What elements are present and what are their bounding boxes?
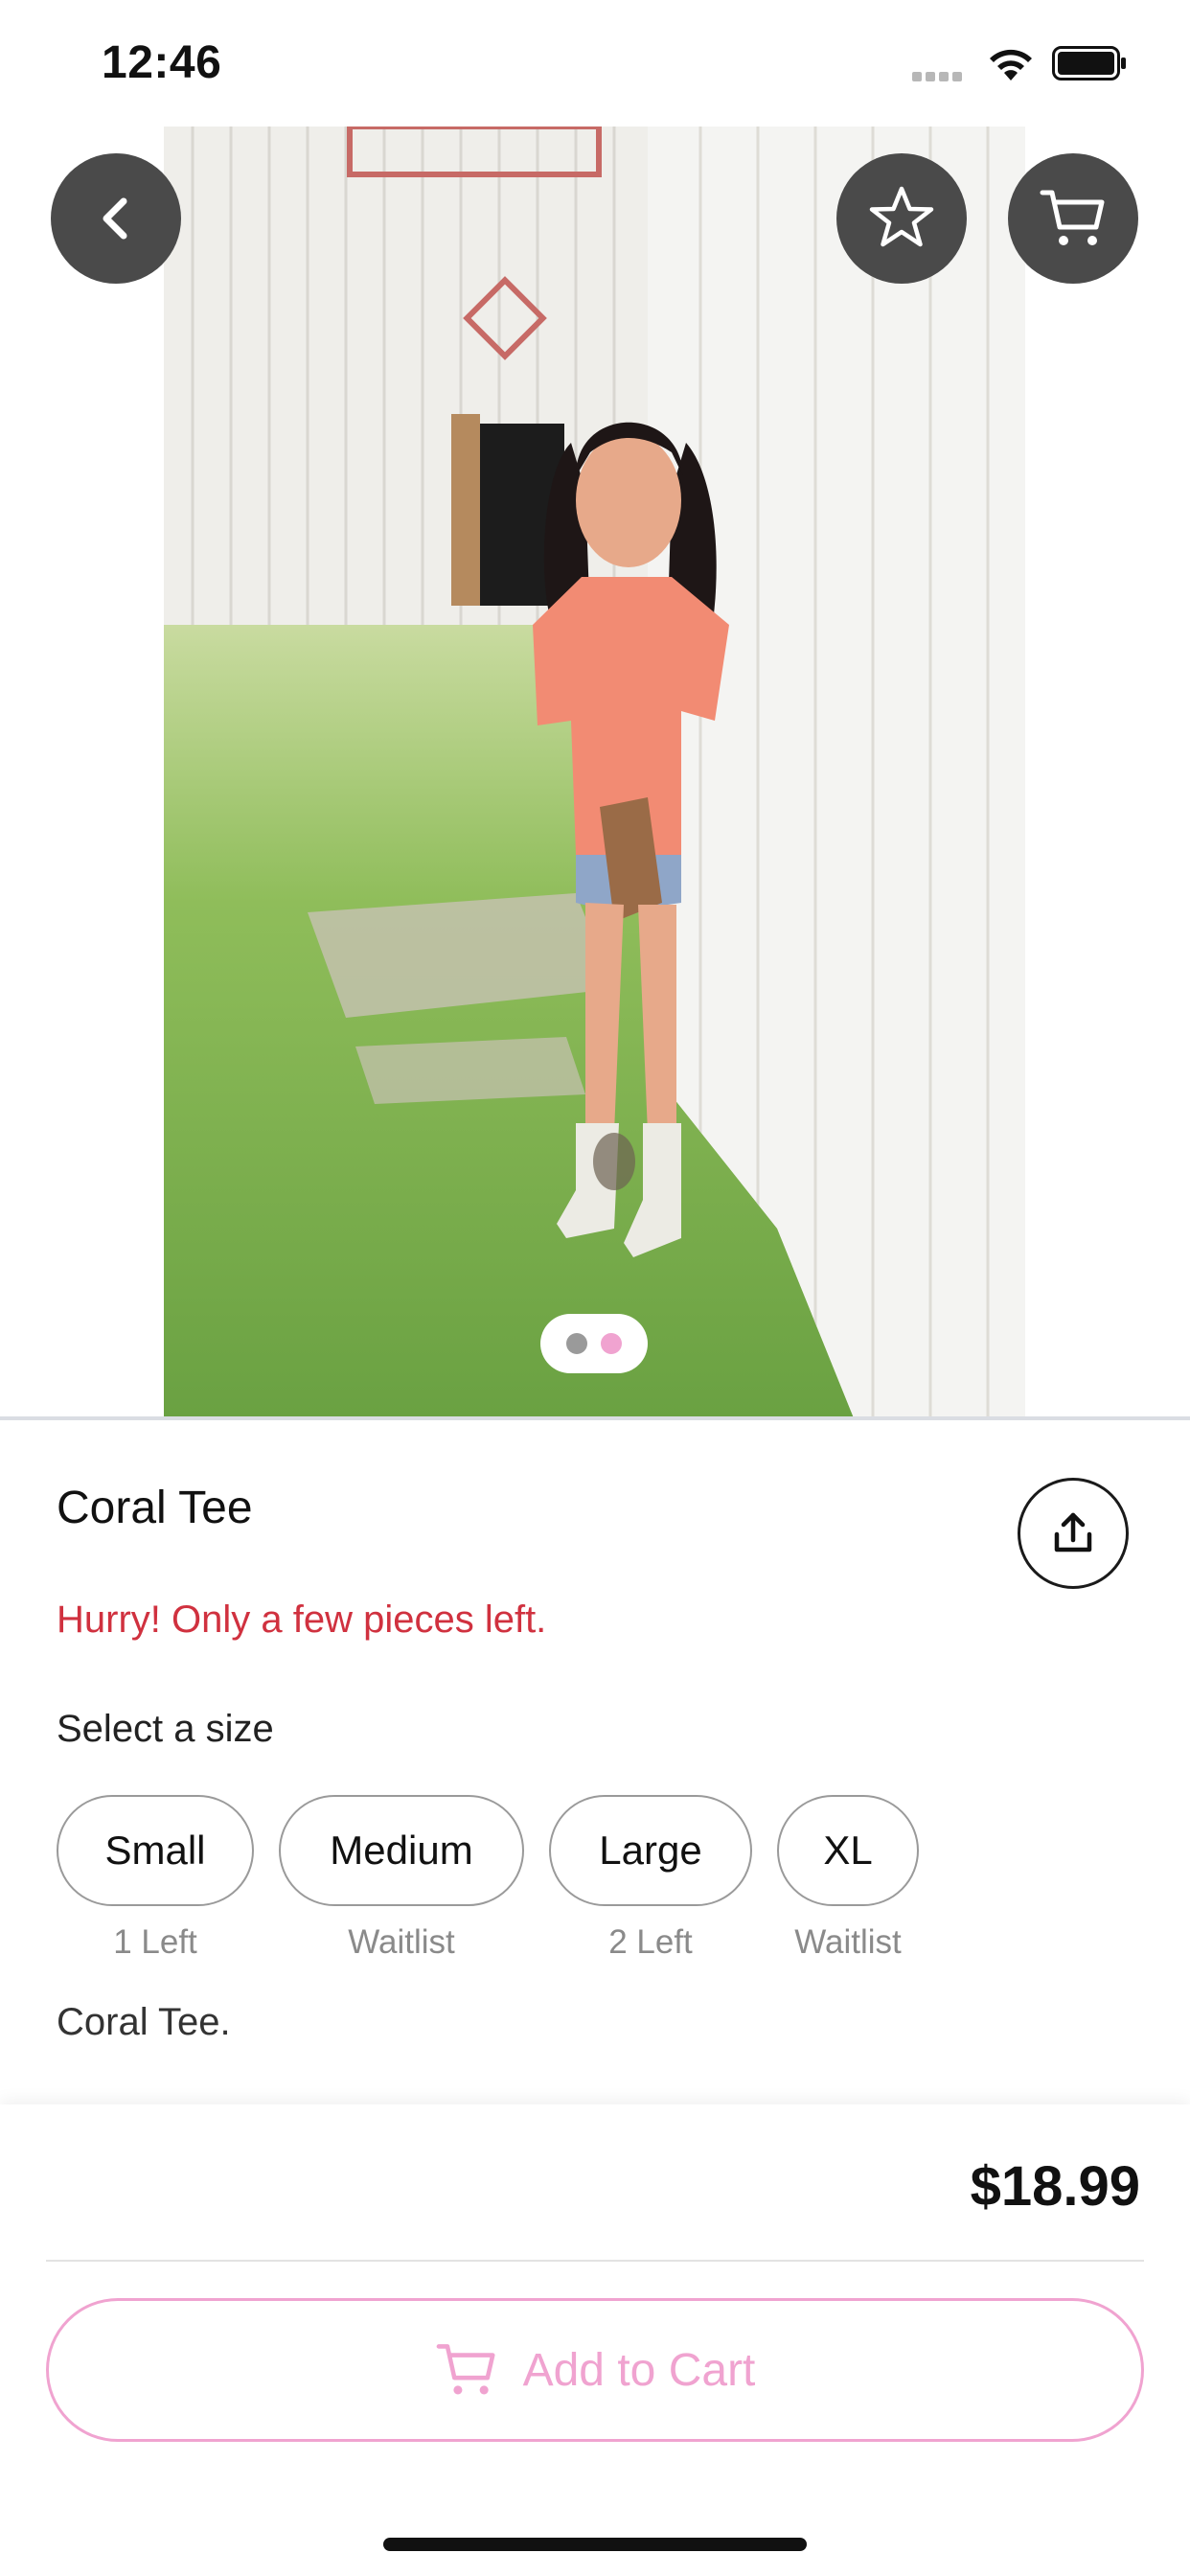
product-price: $18.99	[970, 2155, 1140, 2218]
cellular-signal-icon	[912, 69, 966, 86]
size-prompt: Select a size	[57, 1708, 274, 1750]
share-button[interactable]	[1018, 1478, 1129, 1589]
wifi-icon	[990, 49, 1032, 80]
product-description: Coral Tee.	[57, 2001, 231, 2043]
size-availability: 1 Left	[113, 1923, 197, 1961]
checkout-bar: $18.99 Add to Cart	[0, 2104, 1190, 2576]
pager-dot[interactable]	[566, 1333, 587, 1354]
size-button-xl[interactable]: XL	[777, 1795, 919, 1906]
pager-dot-active[interactable]	[601, 1333, 622, 1354]
product-image-carousel[interactable]	[0, 126, 1190, 1418]
favorite-button[interactable]	[836, 153, 967, 284]
size-availability: 2 Left	[608, 1923, 693, 1961]
add-to-cart-button[interactable]: Add to Cart	[46, 2298, 1144, 2442]
size-button-medium[interactable]: Medium	[279, 1795, 524, 1906]
cart-icon	[436, 2344, 495, 2395]
size-availability: Waitlist	[348, 1923, 455, 1961]
size-button-large[interactable]: Large	[549, 1795, 752, 1906]
star-icon	[869, 186, 934, 247]
status-time: 12:46	[102, 37, 222, 88]
image-pager[interactable]	[540, 1314, 648, 1373]
size-selector: Small 1 Left Medium Waitlist Large 2 Lef…	[57, 1795, 919, 1962]
cart-button[interactable]	[1008, 153, 1138, 284]
home-indicator[interactable]	[383, 2538, 807, 2551]
status-bar: 12:46	[0, 0, 1190, 126]
product-title: Coral Tee	[57, 1483, 253, 1533]
product-photo	[164, 126, 1025, 1418]
back-button[interactable]	[51, 153, 181, 284]
size-option-small: Small 1 Left	[57, 1795, 254, 1962]
chevron-left-icon	[103, 197, 127, 240]
add-to-cart-label: Add to Cart	[522, 2344, 756, 2396]
image-divider	[0, 1416, 1190, 1420]
size-button-small[interactable]: Small	[57, 1795, 254, 1906]
low-stock-message: Hurry! Only a few pieces left.	[57, 1598, 547, 1641]
size-option-medium: Medium Waitlist	[279, 1795, 524, 1962]
share-icon	[1054, 1512, 1092, 1552]
size-option-large: Large 2 Left	[549, 1795, 752, 1962]
checkout-divider	[46, 2260, 1144, 2262]
battery-icon	[1052, 46, 1126, 80]
cart-icon	[1040, 190, 1105, 245]
size-availability: Waitlist	[794, 1923, 902, 1961]
size-option-xl: XL Waitlist	[777, 1795, 919, 1962]
